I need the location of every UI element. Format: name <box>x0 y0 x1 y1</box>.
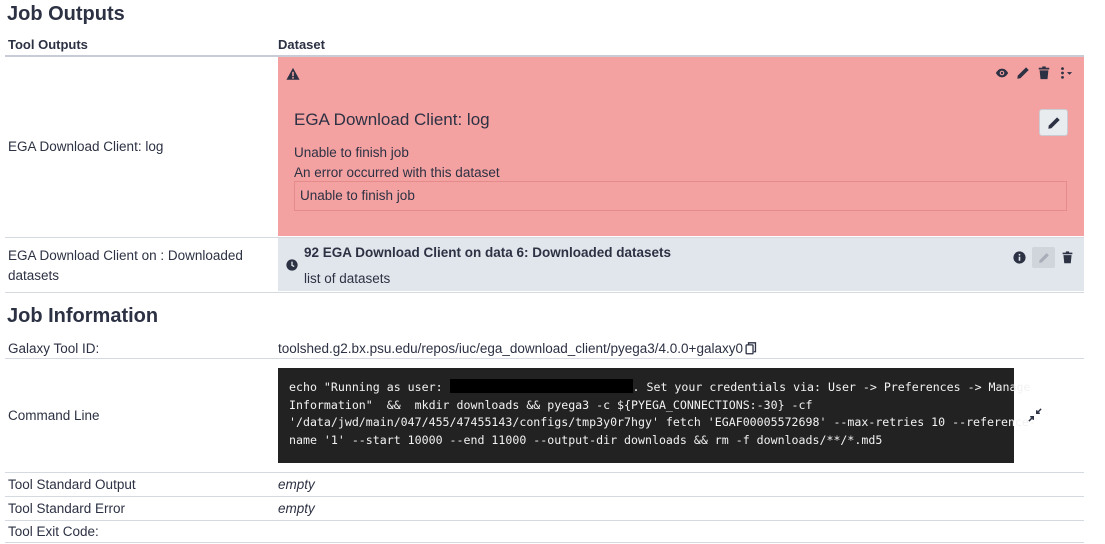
collection-title[interactable]: 92 EGA Download Client on data 6: Downlo… <box>304 245 671 260</box>
trash-icon[interactable] <box>1037 66 1051 80</box>
copy-icon[interactable] <box>745 342 757 355</box>
exclamation-triangle-icon <box>286 67 300 80</box>
ellipsis-v-icon[interactable] <box>1058 66 1074 80</box>
error-message: Unable to finish job <box>294 145 409 160</box>
command-line-text: Information" && mkdir downloads && pyega… <box>289 397 813 412</box>
trash-icon[interactable] <box>1061 251 1074 264</box>
galaxy-tool-id-label: Galaxy Tool ID: <box>8 341 100 356</box>
exit-code-label: Tool Exit Code: <box>8 524 99 539</box>
dataset-actions <box>995 66 1074 80</box>
galaxy-tool-id-text: toolshed.g2.bx.psu.edu/repos/iuc/ega_dow… <box>278 341 743 356</box>
command-line-text: echo "Running as user: <box>289 380 450 394</box>
col-header-dataset: Dataset <box>278 37 325 52</box>
row-divider <box>5 520 1084 521</box>
info-circle-icon[interactable] <box>1013 251 1026 264</box>
job-outputs-heading: Job Outputs <box>7 3 125 25</box>
dataset-collection-panel[interactable]: 92 EGA Download Client on data 6: Downlo… <box>278 238 1084 291</box>
redacted-username <box>449 379 633 393</box>
dataset-error-panel[interactable]: EGA Download Client: log Unable to finis… <box>278 57 1084 236</box>
command-line-label: Command Line <box>8 408 100 423</box>
row-divider <box>5 292 1084 293</box>
row-divider <box>5 496 1084 497</box>
job-information-heading: Job Information <box>7 305 159 327</box>
std-output-value: empty <box>278 477 315 492</box>
row-divider <box>5 542 1084 543</box>
edit-collection-button[interactable] <box>1032 247 1055 268</box>
std-error-value: empty <box>278 501 315 516</box>
error-info-box: Unable to finish job <box>294 181 1067 211</box>
command-line-text: name '1' --start 10000 --end 11000 --out… <box>289 432 883 447</box>
eye-icon[interactable] <box>995 66 1009 80</box>
row-divider <box>5 358 1084 359</box>
output-label-downloaded-line1: EGA Download Client on : Downloaded <box>8 248 243 263</box>
col-header-tool-outputs: Tool Outputs <box>8 37 88 52</box>
edit-dataset-button[interactable] <box>1039 109 1068 136</box>
collection-actions <box>1013 247 1074 268</box>
std-error-label: Tool Standard Error <box>8 501 126 516</box>
collection-subtitle: list of datasets <box>304 271 391 286</box>
clock-icon <box>286 259 298 271</box>
std-output-label: Tool Standard Output <box>8 477 136 492</box>
compress-icon[interactable] <box>1028 408 1042 422</box>
pencil-icon <box>1047 116 1060 129</box>
error-description: An error occurred with this dataset <box>294 165 500 180</box>
pencil-icon[interactable] <box>1016 66 1030 80</box>
row-divider <box>5 472 1084 473</box>
command-line-text: . Set your credentials via: User -> Pref… <box>632 380 1031 394</box>
output-label-downloaded-line2: datasets <box>8 268 60 283</box>
galaxy-tool-id-value: toolshed.g2.bx.psu.edu/repos/iuc/ega_dow… <box>278 341 757 356</box>
command-line-text: '/data/jwd/main/047/455/47455143/configs… <box>289 415 1036 429</box>
output-label-log: EGA Download Client: log <box>8 139 164 154</box>
dataset-title: EGA Download Client: log <box>294 110 490 129</box>
command-line-code: echo "Running as user: . Set your creden… <box>278 368 1036 463</box>
pencil-icon <box>1038 252 1049 263</box>
